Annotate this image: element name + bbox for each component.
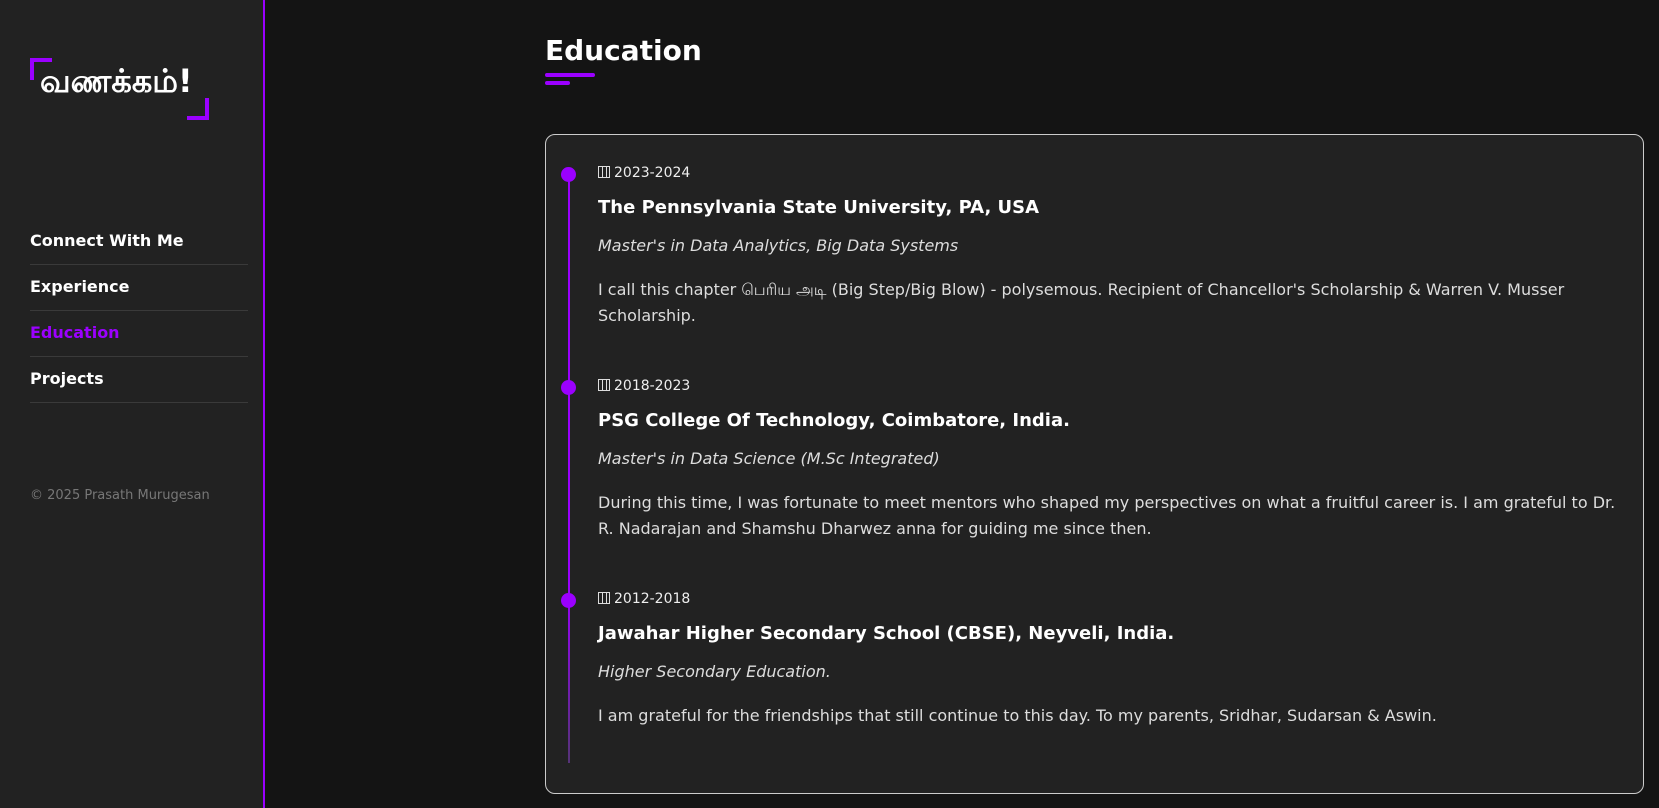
timeline-item: 2018-2023 PSG College Of Technology, Coi… [561,378,1628,542]
sidebar-nav: Connect With Me Experience Education Pro… [30,219,248,403]
description: During this time, I was fortunate to mee… [598,493,1616,538]
degree: Higher Secondary Education. [598,662,831,681]
degree: Master's in Data Analytics, Big Data Sys… [598,236,959,255]
copyright: © 2025 Prasath Murugesan [30,488,210,503]
nav-experience[interactable]: Experience [30,265,248,311]
nav-education[interactable]: Education [30,311,248,357]
date: 2018-2023 [614,378,691,394]
calendar-icon [598,379,610,391]
timeline-line [568,173,570,763]
description: I call this chapter பெரிய அடி (Big Step/… [598,280,1565,325]
page-title: Education [545,34,702,67]
institution: The Pennsylvania State University, PA, U… [598,197,1040,218]
timeline-dot [561,380,576,395]
calendar-icon [598,592,610,604]
education-timeline-card: 2023-2024 The Pennsylvania State Univers… [545,134,1644,794]
timeline-dot [561,593,576,608]
nav-connect[interactable]: Connect With Me [30,219,248,265]
calendar-icon [598,166,610,178]
degree: Master's in Data Science (M.Sc Integrate… [598,449,940,468]
title-underline-short [545,81,570,85]
institution: Jawahar Higher Secondary School (CBSE), … [598,623,1175,644]
description: I am grateful for the friendships that s… [598,706,1437,725]
sidebar: வணக்கம்! Connect With Me Experience Educ… [0,0,265,808]
title-underline [545,73,595,77]
institution: PSG College Of Technology, Coimbatore, I… [598,410,1070,431]
timeline-item: 2023-2024 The Pennsylvania State Univers… [561,165,1628,329]
date: 2012-2018 [614,591,691,607]
date: 2023-2024 [614,165,691,181]
timeline-dot [561,167,576,182]
logo: வணக்கம்! [30,58,209,120]
timeline-item: 2012-2018 Jawahar Higher Secondary Schoo… [561,591,1628,729]
nav-projects[interactable]: Projects [30,357,248,403]
